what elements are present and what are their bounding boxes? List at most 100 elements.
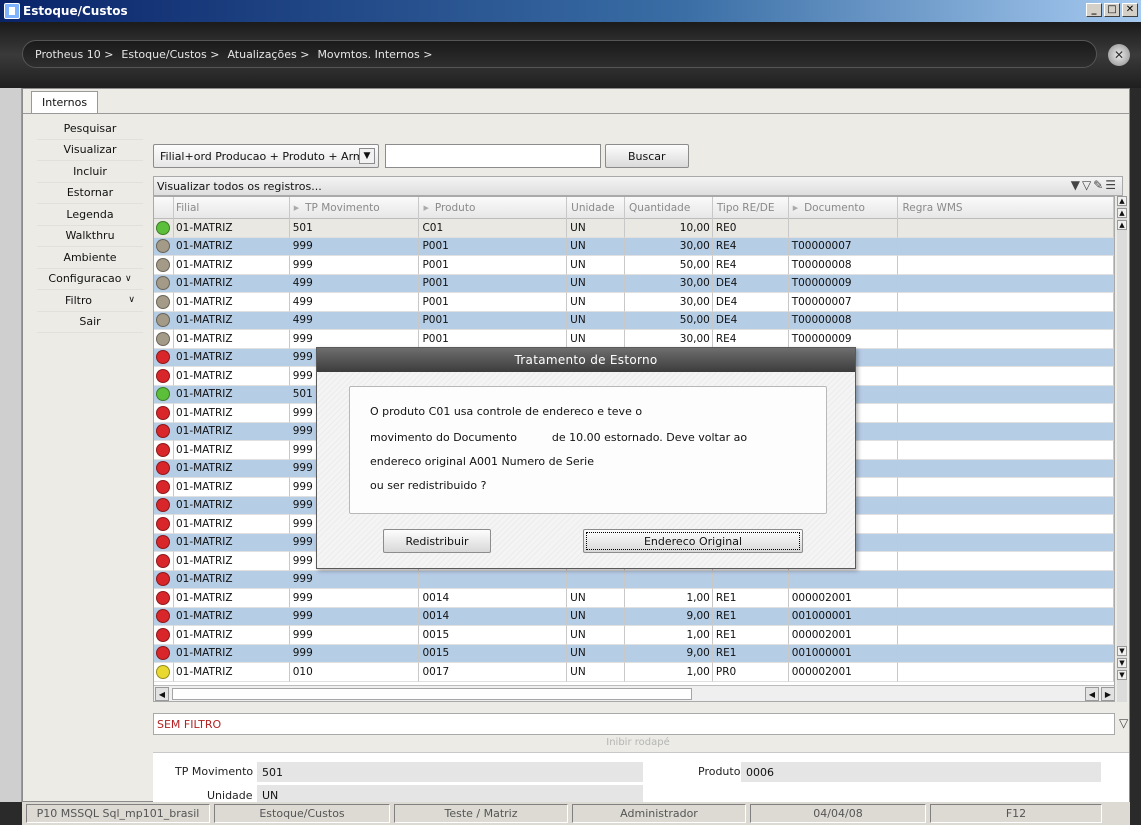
filter-funnel-icon[interactable]: ▽: [1119, 716, 1128, 730]
inibir-rodape-toggle[interactable]: Inibir rodapé: [153, 737, 1123, 751]
menu-item-estornar[interactable]: Estornar: [37, 183, 143, 204]
table-row[interactable]: 01-MATRIZ 499 P001 UN 50,00 DE4 T00000008: [154, 311, 1114, 330]
grid-header-select[interactable]: [154, 197, 174, 219]
scroll-left-icon[interactable]: ◀: [155, 687, 169, 701]
breadcrumb: Protheus 10 > Estoque/Custos > Atualizaç…: [22, 40, 1097, 68]
buscar-button[interactable]: Buscar: [605, 144, 689, 168]
table-row[interactable]: 01-MATRIZ 999 0015 UN 9,00 RE1 001000001: [154, 644, 1114, 663]
column-header-tp-movimento[interactable]: ▶ TP Movimento: [290, 197, 420, 219]
cell-tipo: RE4: [712, 237, 789, 256]
breadcrumb-item-estoque[interactable]: Estoque/Custos >: [121, 48, 219, 61]
table-row[interactable]: 01-MATRIZ 999 0015 UN 1,00 RE1 000002001: [154, 626, 1114, 645]
cell-quantidade: 1,00: [625, 589, 713, 608]
breadcrumb-item-movimentos[interactable]: Movmtos. Internos >: [317, 48, 432, 61]
cell-tp-movimento: 501: [289, 219, 420, 238]
scroll-thumb[interactable]: [172, 688, 692, 700]
filter-label: SEM FILTRO: [157, 717, 222, 731]
menu-item-incluir[interactable]: Incluir: [37, 161, 143, 183]
menu-item-configuracao[interactable]: Configuracao ∨: [37, 269, 143, 290]
menu-item-ambiente[interactable]: Ambiente: [37, 247, 143, 269]
horizontal-scrollbar[interactable]: ◀ ◀ ▶: [154, 685, 1114, 701]
cell-regra-wms: [898, 219, 1114, 238]
cell-status: [154, 607, 174, 626]
table-row[interactable]: 01-MATRIZ 999 0014 UN 9,00 RE1 001000001: [154, 607, 1114, 626]
list-icon[interactable]: ☰: [1105, 178, 1116, 192]
cell-status: [154, 311, 174, 330]
scroll-top-icon[interactable]: ▲: [1117, 196, 1127, 206]
status-legend-icon: [156, 535, 170, 550]
column-header-documento[interactable]: ▶ Documento: [789, 197, 899, 219]
column-header-unidade[interactable]: Unidade: [567, 197, 626, 219]
cell-quantidade: 1,00: [625, 663, 713, 682]
column-header-regra-wms[interactable]: Regra WMS: [898, 197, 1114, 219]
chevron-down-icon[interactable]: ▼: [359, 148, 375, 164]
cell-regra-wms: [898, 644, 1114, 663]
cell-status: [154, 552, 174, 571]
table-row[interactable]: 01-MATRIZ 999 0014 UN 1,00 RE1 000002001: [154, 589, 1114, 608]
index-select[interactable]: Filial+ord Producao + Produto + Arm ▼: [153, 144, 379, 168]
column-header-tipo[interactable]: Tipo RE/DE: [713, 197, 789, 219]
breadcrumb-item-atualizacoes[interactable]: Atualizações >: [227, 48, 309, 61]
table-row[interactable]: 01-MATRIZ 999 P001 UN 50,00 RE4 T00000008: [154, 256, 1114, 275]
menu-item-visualizar[interactable]: Visualizar: [37, 140, 143, 161]
chevron-down-icon: ∨: [128, 295, 135, 306]
redistribuir-button[interactable]: Redistribuir: [383, 529, 491, 553]
scroll-bottom-icon[interactable]: ▼: [1117, 670, 1127, 680]
endereco-original-button[interactable]: Endereco Original: [583, 529, 803, 553]
filter-funnel-icon[interactable]: ▽: [1082, 178, 1091, 192]
status-legend-icon: [156, 516, 170, 531]
status-legend-icon: [156, 239, 170, 254]
cell-unidade: [567, 570, 626, 589]
page-up-icon[interactable]: ▲: [1117, 208, 1127, 218]
table-row[interactable]: 01-MATRIZ 999: [154, 570, 1114, 589]
filter-status[interactable]: SEM FILTRO: [153, 713, 1115, 735]
column-header-label: Filial: [175, 202, 200, 214]
menu-item-walkthru[interactable]: Walkthru: [37, 226, 143, 247]
scroll-left-icon[interactable]: ◀: [1085, 687, 1099, 701]
column-header-label: TP Movimento: [305, 202, 380, 214]
cell-filial: 01-MATRIZ: [173, 237, 290, 256]
menu-item-filtro[interactable]: Filtro ∨: [37, 290, 143, 312]
vertical-scrollbar[interactable]: ▲ ▲ ▲ ▼ ▼ ▼: [1117, 196, 1127, 702]
page-down-icon[interactable]: ▼: [1117, 658, 1127, 668]
column-header-label: Regra WMS: [902, 202, 963, 214]
table-row[interactable]: 01-MATRIZ 499 P001 UN 30,00 DE4 T00000007: [154, 293, 1114, 312]
breadcrumb-item-protheus[interactable]: Protheus 10 >: [35, 48, 113, 61]
edit-pencil-icon[interactable]: ✎: [1093, 178, 1103, 192]
table-row[interactable]: 01-MATRIZ 999 P001 UN 30,00 RE4 T00000009: [154, 330, 1114, 349]
menu-item-sair[interactable]: Sair: [37, 312, 143, 333]
cell-produto: P001: [419, 293, 568, 312]
table-row[interactable]: 01-MATRIZ 999 P001 UN 30,00 RE4 T00000007: [154, 237, 1114, 256]
table-row[interactable]: 01-MATRIZ 501 C01 UN 10,00 RE0: [154, 219, 1114, 238]
cell-documento: T00000009: [788, 274, 899, 293]
cell-filial: 01-MATRIZ: [173, 496, 290, 515]
column-header-filial[interactable]: Filial: [174, 197, 290, 219]
maximize-button[interactable]: □: [1104, 3, 1120, 17]
cell-status: [154, 274, 174, 293]
table-row[interactable]: 01-MATRIZ 499 P001 UN 30,00 DE4 T00000009: [154, 274, 1114, 293]
status-legend-icon: [156, 442, 170, 457]
header-menu-icon[interactable]: ✕: [1108, 44, 1130, 66]
column-header-quantidade[interactable]: Quantidade: [625, 197, 713, 219]
column-header-produto[interactable]: ▶ Produto: [419, 197, 568, 219]
index-select-value: Filial+ord Producao + Produto + Arm: [160, 149, 364, 163]
tab-internos[interactable]: Internos: [31, 91, 99, 113]
cell-regra-wms: [898, 404, 1114, 423]
minimize-button[interactable]: _: [1086, 3, 1102, 17]
browse-view-select[interactable]: Visualizar todos os registros... ▼ ▽ ✎ ☰: [153, 176, 1123, 196]
dropdown-arrow-icon[interactable]: ▼: [1071, 178, 1080, 192]
close-button[interactable]: ✕: [1122, 3, 1138, 17]
cell-regra-wms: [898, 311, 1114, 330]
scroll-up-icon[interactable]: ▲: [1117, 220, 1127, 230]
table-row[interactable]: 01-MATRIZ 010 0017 UN 1,00 PR0 000002001: [154, 663, 1114, 682]
search-input[interactable]: [385, 144, 601, 168]
menu-item-legenda[interactable]: Legenda: [37, 204, 143, 226]
scroll-right-icon[interactable]: ▶: [1101, 687, 1114, 701]
left-collapse-strip[interactable]: [0, 88, 22, 802]
status-bar: P10 MSSQL Sql_mp101_brasil Estoque/Custo…: [22, 802, 1130, 825]
scroll-down-icon[interactable]: ▼: [1117, 646, 1127, 656]
status-company: Teste / Matriz: [394, 804, 568, 823]
cell-status: [154, 589, 174, 608]
menu-item-pesquisar[interactable]: Pesquisar: [37, 118, 143, 140]
cell-filial: 01-MATRIZ: [173, 330, 290, 349]
